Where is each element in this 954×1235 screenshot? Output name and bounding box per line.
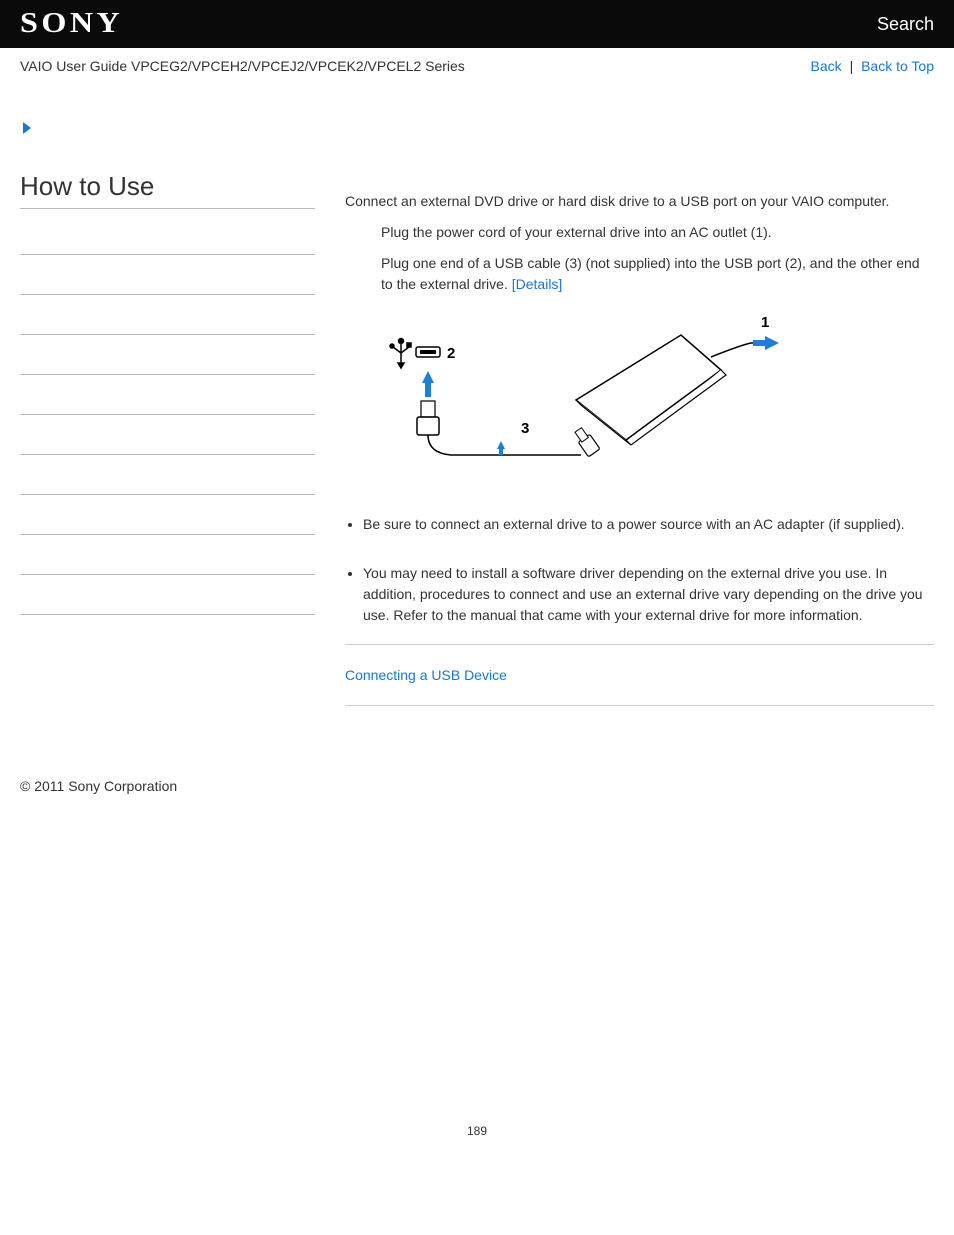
copyright: © 2011 Sony Corporation [0,728,954,794]
back-link[interactable]: Back [811,58,842,74]
note-1: Be sure to connect an external drive to … [363,514,934,535]
related-topic-link[interactable]: Connecting a USB Device [345,667,507,683]
step-1: Plug the power cord of your external dri… [345,222,934,243]
sony-logo: SONY [20,8,123,40]
header-bar: SONY Search [0,0,954,48]
sidebar-item[interactable] [20,575,315,615]
step-2-text: Plug one end of a USB cable (3) (not sup… [381,255,920,292]
notes-section: Be sure to connect an external drive to … [345,514,934,626]
sidebar: How to Use [20,171,315,728]
content: How to Use Connect an external DVD drive… [0,80,954,728]
sidebar-item[interactable] [20,295,315,335]
main-content: Connect an external DVD drive or hard di… [345,171,934,728]
intro-text: Connect an external DVD drive or hard di… [345,191,934,212]
guide-title: VAIO User Guide VPCEG2/VPCEH2/VPCEJ2/VPC… [20,58,465,74]
sidebar-item[interactable] [20,335,315,375]
separator: | [850,58,854,74]
sidebar-item[interactable] [20,375,315,415]
sidebar-item[interactable] [20,535,315,575]
page-number: 189 [0,1124,954,1168]
breadcrumb-bar: VAIO User Guide VPCEG2/VPCEH2/VPCEJ2/VPC… [0,48,954,80]
divider [345,705,934,706]
back-to-top-link[interactable]: Back to Top [861,58,934,74]
nav-links: Back | Back to Top [811,58,934,74]
label-1: 1 [761,314,769,331]
sidebar-item[interactable] [20,215,315,255]
search-link[interactable]: Search [877,14,934,35]
sidebar-title: How to Use [20,171,315,209]
details-link[interactable]: [Details] [512,276,563,292]
step-2: Plug one end of a USB cable (3) (not sup… [345,253,934,295]
label-2: 2 [447,345,455,362]
chevron-right-icon[interactable] [20,120,36,141]
connection-diagram: 2 3 [381,305,934,498]
label-3: 3 [521,420,529,437]
sidebar-item[interactable] [20,255,315,295]
sidebar-item[interactable] [20,495,315,535]
note-2: You may need to install a software drive… [363,563,934,626]
sidebar-item[interactable] [20,455,315,495]
divider [345,644,934,645]
sidebar-item[interactable] [20,415,315,455]
